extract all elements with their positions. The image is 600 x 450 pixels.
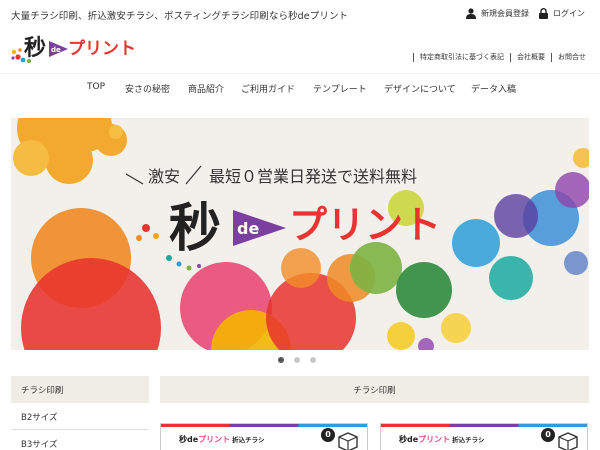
utility-separator [510,52,511,62]
register-label: 新規会員登録 [481,9,529,18]
utility-separator [413,52,414,62]
nav-design[interactable]: デザインについて [384,82,456,95]
hero-logo-kana: プリント [289,203,441,247]
carousel-dot-1[interactable] [278,357,284,363]
utility-link-contact[interactable]: お問合せ [558,52,586,62]
nav-top[interactable]: TOP [87,82,105,92]
hero-tagline-right: 最短０営業日発送で送料無料 [209,167,417,186]
nav-products[interactable]: 商品紹介 [188,82,224,95]
utility-link-company[interactable]: 会社概要 [517,52,545,62]
nav-secret[interactable]: 安さの秘密 [125,82,170,95]
hero-tagline-left: 激安 [148,167,180,186]
utility-separator [551,52,552,62]
card-brand-kana: プリント [198,435,231,444]
user-icon [466,8,476,19]
zero-day-badge: 0 [541,428,555,442]
card-title: 秒deプリント 折込チラシ [179,434,265,445]
card-brand: 秒de [179,435,199,444]
zero-day-badge: 0 [321,428,335,442]
header-divider [0,73,600,74]
utility-nav: 特定商取引法に基づく表記 会社概要 お問合せ [407,52,586,62]
nav-template[interactable]: テンプレート [313,82,367,95]
hero-banner[interactable]: 激安 最短０営業日発送で送料無料 秒 de プリント [11,118,589,350]
logo-de: de [51,46,61,54]
card-color-bar [381,424,587,427]
card-kind: 折込チラシ [232,436,265,444]
carousel-indicators [278,357,326,363]
card-kind: 折込チラシ [452,436,485,444]
package-icon [338,432,358,450]
utility-link-legal[interactable]: 特定商取引法に基づく表記 [420,52,504,62]
sidebar-item-b2[interactable]: B2サイズ [11,403,149,430]
top-bar: 大量チラシ印刷、折込激安チラシ、ポスティングチラシ印刷なら秒deプリント 新規会… [0,0,600,30]
login-link[interactable]: ログイン [539,8,585,19]
site-logo[interactable]: 秒 de プリント [10,30,145,64]
lock-icon [539,8,548,19]
site-tagline: 大量チラシ印刷、折込激安チラシ、ポスティングチラシ印刷なら秒deプリント [11,11,349,22]
main-nav: TOP 安さの秘密 商品紹介 ご利用ガイド テンプレート デザインについて デー… [0,82,600,96]
section-title: チラシ印刷 [160,376,589,403]
nav-upload[interactable]: データ入稿 [471,82,516,95]
sidebar-item-b3[interactable]: B3サイズ [11,430,149,450]
logo-kana: プリント [68,38,136,59]
hero-logo-kanji: 秒 [169,198,221,259]
register-link[interactable]: 新規会員登録 [466,8,529,19]
carousel-dot-2[interactable] [294,357,300,363]
hero-graphic: 激安 最短０営業日発送で送料無料 秒 de プリント [13,118,589,350]
card-brand: 秒de [399,435,419,444]
package-icon [558,432,578,450]
card-brand-kana: プリント [418,435,451,444]
category-sidebar: チラシ印刷 B2サイズ B3サイズ [11,376,149,450]
logo-graphic: 秒 de プリント [11,35,136,64]
hero-logo-de: de [237,219,259,238]
product-card-b2[interactable]: 秒deプリント折込チラシ B2 0 [160,423,368,450]
nav-guide[interactable]: ご利用ガイド [241,82,295,95]
sidebar-heading: チラシ印刷 [11,376,149,403]
login-label: ログイン [553,9,585,18]
card-title: 秒deプリント 折込チラシ [399,434,485,445]
card-color-bar [161,424,367,427]
carousel-dot-3[interactable] [310,357,316,363]
product-card-b3[interactable]: 秒deプリント折込チラシ B3 0 [380,423,588,450]
logo-kanji: 秒 [24,35,46,61]
